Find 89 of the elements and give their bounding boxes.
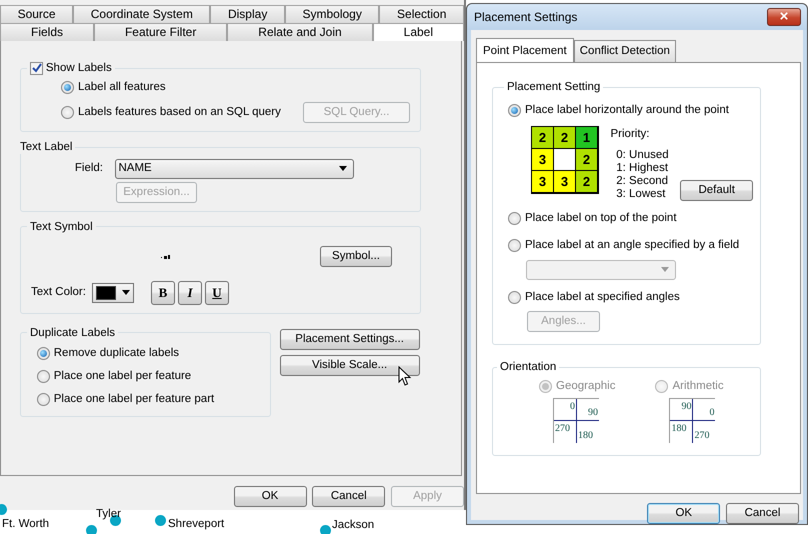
- tab[interactable]: Fields: [0, 23, 94, 41]
- symbol-preview-icon: [161, 254, 171, 260]
- priority-cell[interactable]: 3: [531, 170, 554, 194]
- radio-label: Place label horizontally around the point: [525, 103, 729, 118]
- group-title: Text Label: [19, 140, 74, 154]
- radio-button[interactable]: [508, 212, 521, 226]
- radio-label: Place one label per feature: [54, 368, 192, 384]
- tab[interactable]: Coordinate System: [73, 5, 210, 23]
- tab[interactable]: Symbology: [284, 5, 380, 23]
- tab[interactable]: Relate and Join: [227, 23, 373, 41]
- placement-settings-button[interactable]: Placement Settings...: [280, 328, 420, 350]
- angle-label: 90: [681, 400, 692, 414]
- font-style-button[interactable]: B: [150, 280, 175, 305]
- radio-label: Place label at an angle specified by a field: [525, 238, 740, 252]
- map-point-icon: [86, 525, 97, 534]
- text-color-label: Text Color:: [31, 285, 86, 300]
- window-title: Placement Settings: [474, 8, 578, 26]
- tab[interactable]: Source: [0, 5, 74, 23]
- map-point-icon: [155, 515, 166, 526]
- radio-label: Label all features: [78, 80, 166, 95]
- field-dropdown[interactable]: [526, 260, 676, 280]
- priority-cell[interactable]: 2: [575, 170, 598, 194]
- priority-cell[interactable]: 1: [575, 126, 598, 150]
- priority-cell[interactable]: 2: [575, 148, 598, 172]
- priority-cell[interactable]: 3: [553, 170, 576, 194]
- group-title: Placement Setting: [506, 80, 602, 94]
- tab[interactable]: Display: [210, 5, 285, 23]
- radio-label: Place label on top of the point: [525, 211, 677, 226]
- checkbox[interactable]: [30, 62, 43, 74]
- angle-label: 90: [588, 406, 598, 420]
- group-title: Text Symbol: [29, 220, 94, 234]
- tab[interactable]: Conflict Detection: [574, 40, 676, 62]
- radio-label: Place one label per feature part: [54, 392, 214, 406]
- tab[interactable]: Point Placement: [476, 38, 574, 62]
- color-picker[interactable]: [92, 282, 134, 303]
- dialog-button[interactable]: OK: [647, 503, 720, 524]
- font-style-button[interactable]: U: [204, 280, 229, 305]
- priority-title: Priority:: [610, 127, 650, 142]
- radio-label: Arithmetic: [672, 379, 724, 394]
- symbol-button[interactable]: Symbol...: [320, 246, 392, 268]
- dialog-button[interactable]: Cancel: [312, 486, 386, 507]
- radio-label: Remove duplicate labels: [54, 346, 180, 360]
- dialog-button[interactable]: OK: [234, 486, 306, 507]
- checkbox-label: Show Labels: [46, 61, 112, 75]
- angle-label: 180: [578, 429, 593, 444]
- dialog-button[interactable]: Cancel: [726, 503, 799, 524]
- angle-label: 0: [570, 400, 575, 414]
- font-style-button[interactable]: I: [178, 280, 202, 305]
- tab[interactable]: Label: [372, 23, 464, 41]
- visible-scale-button[interactable]: Visible Scale...: [280, 355, 420, 376]
- radio-button[interactable]: [508, 238, 521, 252]
- radio-label: Geographic: [556, 379, 616, 394]
- field-label: Field:: [74, 161, 103, 176]
- priority-cell[interactable]: 3: [531, 148, 554, 172]
- group-title: Duplicate Labels: [29, 326, 116, 340]
- radio-button[interactable]: [508, 290, 521, 304]
- radio-button[interactable]: [508, 104, 521, 118]
- angle-label: 270: [555, 422, 570, 436]
- angle-label: 270: [694, 429, 710, 444]
- dropdown-arrow-icon: [661, 267, 669, 272]
- radio-button[interactable]: [36, 392, 50, 406]
- angle-label: 0: [709, 406, 714, 420]
- radio-button[interactable]: [36, 370, 50, 383]
- priority-legend-item: 0: Unused: [616, 149, 669, 162]
- priority-legend-item: 1: Highest: [616, 162, 669, 176]
- radio-button[interactable]: [61, 81, 74, 94]
- default-button[interactable]: Default: [680, 180, 754, 202]
- priority-cell[interactable]: 2: [531, 126, 554, 150]
- priority-legend-item: 3: Lowest: [616, 188, 666, 202]
- angle-label: 180: [671, 422, 686, 436]
- radio-label: Labels features based on an SQL query: [78, 104, 281, 120]
- map-point-icon: [320, 525, 331, 534]
- radio-button[interactable]: [61, 106, 74, 119]
- map-label: Shreveport: [168, 518, 224, 530]
- map-label: Jackson: [332, 519, 374, 531]
- priority-cell[interactable]: 2: [553, 126, 576, 150]
- map-label: Tyler: [96, 508, 121, 520]
- dropdown-arrow-icon: [122, 290, 130, 296]
- tab[interactable]: Feature Filter: [94, 23, 228, 41]
- close-button[interactable]: ×: [767, 8, 801, 26]
- radio-button[interactable]: [36, 346, 50, 360]
- map-label: Ft. Worth: [2, 518, 50, 530]
- dropdown-arrow-icon: [338, 166, 346, 172]
- field-dropdown[interactable]: NAME: [114, 158, 354, 179]
- group-title: Orientation: [499, 360, 558, 374]
- mouse-pointer-icon: [398, 366, 412, 387]
- tab[interactable]: Selection: [379, 5, 464, 23]
- priority-legend-item: 2: Second: [616, 175, 669, 188]
- radio-label: Place label at specified angles: [525, 290, 680, 305]
